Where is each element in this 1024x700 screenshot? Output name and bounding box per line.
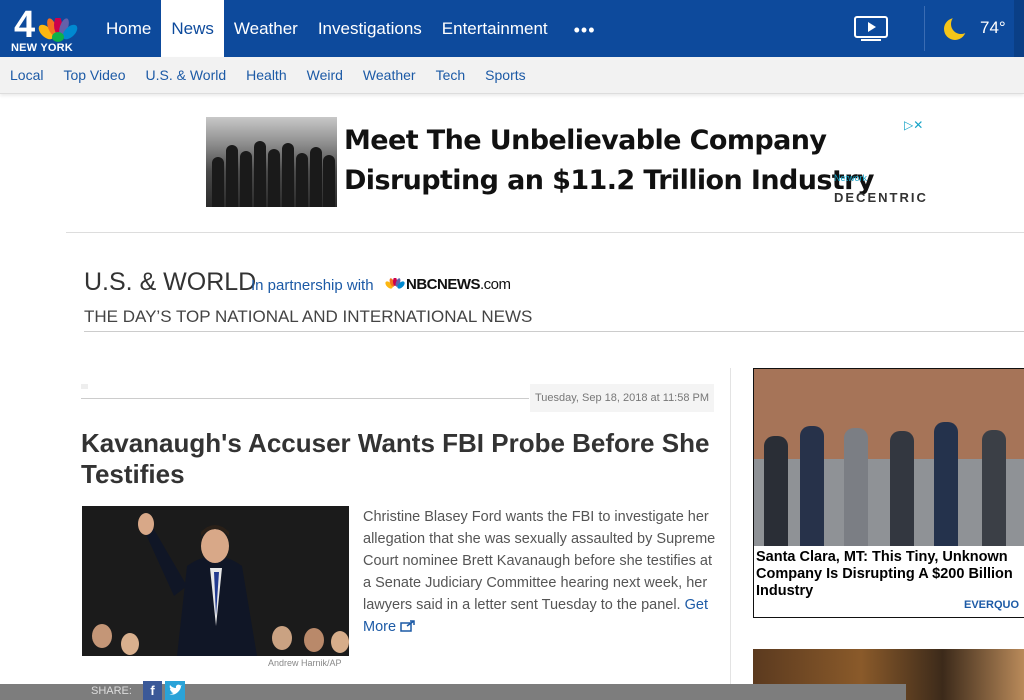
- kavanaugh-photo: [82, 506, 349, 656]
- nav-news[interactable]: News: [161, 0, 224, 57]
- peacock-icon: [385, 277, 405, 289]
- divider: [84, 331, 1024, 332]
- article-date: Tuesday, Sep 18, 2018 at 11:58 PM: [530, 384, 714, 412]
- sub-nav: Local Top Video U.S. & World Health Weir…: [0, 57, 1024, 94]
- share-bar: [0, 684, 906, 700]
- article-marker: [81, 384, 88, 389]
- partner-suffix: .com: [480, 276, 511, 293]
- partner-name: NBCNEWS: [406, 276, 481, 293]
- photo-credit: Andrew Harnik/AP: [268, 658, 342, 668]
- article-summary-text: Christine Blasey Ford wants the FBI to i…: [363, 509, 716, 613]
- logo-city: NEW YORK: [11, 42, 73, 54]
- article-photo[interactable]: [82, 506, 349, 656]
- peacock-icon: [38, 18, 78, 42]
- twitter-icon[interactable]: [165, 681, 185, 700]
- subnav-us-world[interactable]: U.S. & World: [145, 67, 226, 83]
- side-ad-brand[interactable]: EVERQUO: [964, 599, 1019, 611]
- divider: [66, 232, 1024, 233]
- share-label: SHARE:: [91, 685, 132, 697]
- moon-icon[interactable]: [942, 16, 968, 42]
- partnership-label: In partnership with: [251, 277, 374, 294]
- logo-number: 4: [14, 4, 35, 46]
- subnav-health[interactable]: Health: [246, 67, 286, 83]
- nav-weather[interactable]: Weather: [224, 0, 308, 57]
- article-headline[interactable]: Kavanaugh's Accuser Wants FBI Probe Befo…: [81, 428, 721, 490]
- topbar-edge: [1014, 0, 1024, 57]
- side-ad-photo[interactable]: [754, 369, 1024, 546]
- video-play-icon[interactable]: [853, 15, 889, 41]
- article-summary: Christine Blasey Ford wants the FBI to i…: [363, 506, 718, 638]
- main-nav: Home News Weather Investigations Enterta…: [96, 0, 606, 57]
- nav-entertainment[interactable]: Entertainment: [432, 0, 558, 57]
- ad-photo[interactable]: [206, 117, 337, 207]
- ad-banner[interactable]: Meet The Unbelievable Company Disrupting…: [206, 117, 932, 207]
- side-ad[interactable]: Santa Clara, MT: This Tiny, Unknown Comp…: [753, 368, 1024, 618]
- column-divider: [730, 368, 731, 700]
- ad-choices-icon[interactable]: ▷✕: [904, 118, 923, 132]
- nav-home[interactable]: Home: [96, 0, 161, 57]
- nbc-news-logo[interactable]: NBCNEWS.com: [384, 276, 511, 293]
- subnav-local[interactable]: Local: [10, 67, 43, 83]
- divider: [81, 398, 529, 399]
- facebook-icon[interactable]: f: [143, 681, 162, 700]
- ad-headline[interactable]: Meet The Unbelievable Company Disrupting…: [344, 121, 934, 201]
- subnav-weird[interactable]: Weird: [307, 67, 343, 83]
- ad-network-label: Network: [834, 173, 868, 183]
- subnav-weather[interactable]: Weather: [363, 67, 416, 83]
- subnav-tech[interactable]: Tech: [436, 67, 466, 83]
- site-logo[interactable]: 4 NEW YORK: [8, 4, 80, 54]
- section-subtitle: THE DAY’S TOP NATIONAL AND INTERNATIONAL…: [84, 307, 533, 326]
- subnav-top-video[interactable]: Top Video: [63, 67, 125, 83]
- share-arrow-icon: [400, 620, 415, 632]
- more-menu-icon[interactable]: •••: [564, 0, 606, 57]
- subnav-sports[interactable]: Sports: [485, 67, 525, 83]
- nav-investigations[interactable]: Investigations: [308, 0, 432, 57]
- section-title: U.S. & WORLD: [84, 268, 257, 296]
- top-nav-bar: 4 NEW YORK Home News Weather Investigati…: [0, 0, 1024, 57]
- temperature[interactable]: 74°: [980, 18, 1006, 38]
- nav-divider: [924, 6, 925, 51]
- side-ad-headline[interactable]: Santa Clara, MT: This Tiny, Unknown Comp…: [756, 549, 1024, 600]
- ad-brand[interactable]: DECENTRIC: [834, 190, 928, 205]
